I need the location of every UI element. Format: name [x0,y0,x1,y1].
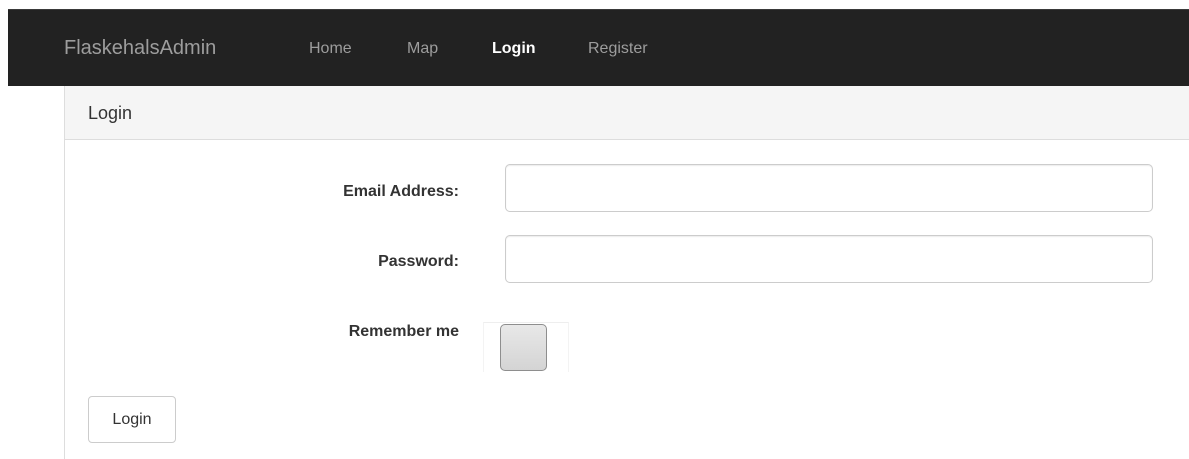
nav-link-map[interactable]: Map [407,39,438,59]
email-field[interactable] [505,164,1153,212]
remember-me-checkbox-wrapper [483,322,569,372]
top-navbar: FlaskehalsAdmin Home Map Login Register [8,9,1189,86]
nav-link-home[interactable]: Home [309,39,352,59]
email-label: Email Address: [343,183,459,200]
top-strip [0,0,1189,9]
login-panel: Login Email Address: Password: Remember … [64,86,1189,459]
password-label: Password: [378,253,459,270]
remember-me-checkbox[interactable] [500,324,547,371]
login-button[interactable]: Login [88,396,176,443]
navbar-brand[interactable]: FlaskehalsAdmin [64,36,216,60]
panel-heading: Login [65,86,1189,140]
nav-link-register[interactable]: Register [588,39,648,59]
panel-title: Login [88,103,133,123]
remember-me-label: Remember me [348,323,459,340]
nav-link-login[interactable]: Login [492,39,536,59]
password-field[interactable] [505,235,1153,283]
